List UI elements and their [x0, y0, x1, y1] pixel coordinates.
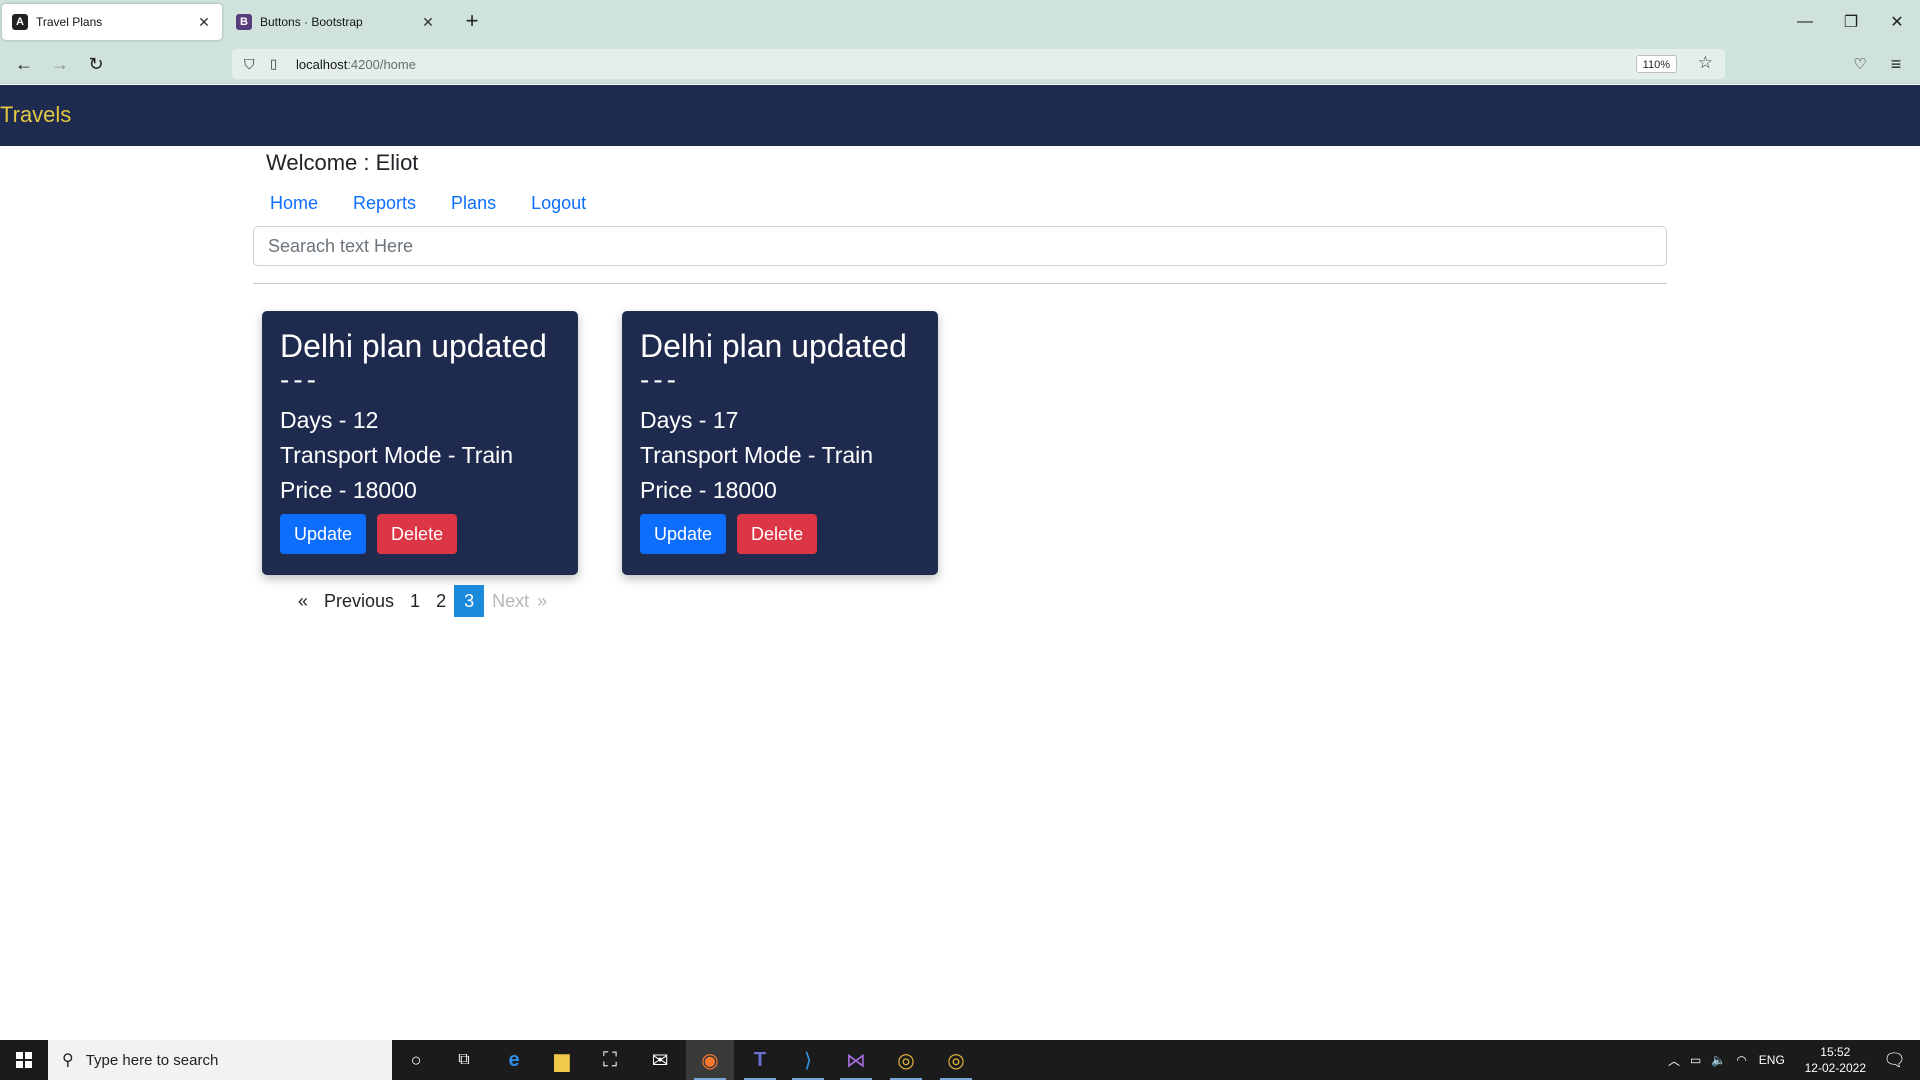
system-tray: ︿ ▭ 🔈 ◠ ENG — [1668, 1040, 1785, 1080]
notification-icon[interactable]: 🗨 — [1883, 1050, 1906, 1071]
chevron-up-icon[interactable]: ︿ — [1668, 1052, 1680, 1069]
delete-button[interactable]: Delete — [737, 514, 818, 554]
welcome-text: Welcome : Eliot — [266, 150, 419, 175]
taskbar-search[interactable]: ⚲ Type here to search — [48, 1040, 392, 1080]
forward-icon[interactable]: → — [46, 50, 74, 78]
divider — [253, 283, 1667, 284]
chrome-icon[interactable]: ◎ — [882, 1040, 930, 1080]
pagination: « Previous 1 2 3 Next » — [290, 585, 555, 617]
app-header: Travels — [0, 85, 1920, 146]
nav-logout[interactable]: Logout — [531, 193, 586, 214]
tab-buttons-bootstrap[interactable]: B Buttons · Bootstrap ✕ — [226, 4, 446, 40]
close-icon[interactable]: ✕ — [420, 14, 436, 31]
pocket-icon[interactable]: ♡ — [1846, 50, 1874, 78]
pagination-page-1[interactable]: 1 — [402, 585, 428, 617]
pagination-next: Next — [492, 591, 530, 611]
nav-home[interactable]: Home — [270, 193, 318, 214]
visual-studio-icon[interactable]: ⋈ — [832, 1040, 880, 1080]
windows-taskbar: ⚲ Type here to search ○ ⧉ e ▆ ⛶ ✉ ◉ T ⟩ … — [0, 1040, 1920, 1080]
reload-icon[interactable]: ↻ — [82, 50, 110, 78]
address-bar[interactable]: ⛉ ▯ localhost:4200/home 110% ☆ — [232, 49, 1725, 79]
minimize-button[interactable]: — — [1782, 0, 1828, 44]
restore-button[interactable]: ❐ — [1828, 0, 1874, 44]
search-input[interactable] — [253, 226, 1667, 266]
chrome-icon[interactable]: ◎ — [932, 1040, 980, 1080]
plan-title: Delhi plan updated — [280, 328, 547, 364]
menu-icon[interactable]: ≡ — [1882, 50, 1910, 78]
new-tab-button[interactable]: + — [458, 8, 486, 36]
plan-title: Delhi plan updated — [640, 328, 907, 364]
browser-tabstrip: A Travel Plans ✕ B Buttons · Bootstrap ✕… — [0, 0, 1920, 44]
angular-icon: A — [12, 14, 28, 30]
volume-icon[interactable]: 🔈 — [1711, 1053, 1726, 1067]
firefox-icon[interactable]: ◉ — [686, 1040, 734, 1080]
page-icon[interactable]: ▯ — [270, 56, 286, 72]
tab-title: Buttons · Bootstrap — [260, 15, 363, 29]
plan-separator: --- — [280, 364, 320, 395]
bootstrap-icon: B — [236, 14, 252, 30]
shield-icon[interactable]: ⛉ — [244, 56, 260, 73]
back-icon[interactable]: ← — [10, 50, 38, 78]
taskbar-search-placeholder: Type here to search — [85, 1051, 219, 1069]
plan-card: Delhi plan updated --- Days - 17 Transpo… — [622, 311, 938, 575]
edge-icon[interactable]: e — [490, 1040, 538, 1080]
update-button[interactable]: Update — [640, 514, 727, 554]
plan-days: Days - 12 — [280, 407, 379, 433]
clock-date: 12-02-2022 — [1804, 1061, 1866, 1075]
plan-separator: --- — [640, 364, 680, 395]
plan-transport: Transport Mode - Train — [640, 442, 874, 468]
teams-icon[interactable]: T — [736, 1040, 784, 1080]
plan-card: Delhi plan updated --- Days - 12 Transpo… — [262, 311, 578, 575]
tab-travel-plans[interactable]: A Travel Plans ✕ — [2, 4, 222, 40]
windows-start-icon[interactable] — [0, 1040, 48, 1080]
wifi-icon[interactable]: ◠ — [1736, 1053, 1746, 1067]
task-view-icon[interactable]: ⧉ — [440, 1040, 488, 1080]
url-text[interactable]: localhost:4200/home — [296, 57, 416, 72]
delete-button[interactable]: Delete — [377, 514, 458, 554]
close-icon[interactable]: ✕ — [196, 14, 212, 31]
pagination-prev-arrow[interactable]: « — [290, 585, 316, 617]
zoom-level[interactable]: 110% — [1635, 55, 1677, 73]
language-indicator[interactable]: ENG — [1759, 1053, 1785, 1067]
cortana-icon[interactable]: ○ — [392, 1040, 440, 1080]
update-button[interactable]: Update — [280, 514, 367, 554]
nav-plans[interactable]: Plans — [451, 193, 496, 214]
nav-reports[interactable]: Reports — [353, 193, 416, 214]
browser-toolbar: ← → ↻ ⛉ ▯ localhost:4200/home 110% ☆ ♡ ≡ — [0, 44, 1920, 84]
search-icon: ⚲ — [62, 1052, 74, 1069]
tab-title: Travel Plans — [36, 15, 103, 29]
battery-icon[interactable]: ▭ — [1690, 1053, 1701, 1067]
file-explorer-icon[interactable]: ▆ — [538, 1040, 586, 1080]
pagination-previous[interactable]: Previous — [316, 585, 402, 617]
bookmark-star-icon[interactable]: ☆ — [1698, 53, 1713, 73]
pagination-page-2[interactable]: 2 — [428, 585, 454, 617]
plan-price: Price - 18000 — [280, 477, 417, 503]
pagination-page-3[interactable]: 3 — [454, 585, 485, 617]
clock-time: 15:52 — [1820, 1045, 1851, 1059]
brand-title[interactable]: Travels — [0, 102, 71, 128]
main-nav: Home Reports Plans Logout — [270, 193, 621, 214]
plan-price: Price - 18000 — [640, 477, 777, 503]
vscode-icon[interactable]: ⟩ — [784, 1040, 832, 1080]
pagination-next-arrow: » — [537, 591, 548, 611]
clock[interactable]: 15:52 12-02-2022 — [1805, 1044, 1866, 1076]
plan-transport: Transport Mode - Train — [280, 442, 514, 468]
store-icon[interactable]: ⛶ — [586, 1040, 634, 1080]
mail-icon[interactable]: ✉ — [636, 1040, 684, 1080]
plan-days: Days - 17 — [640, 407, 739, 433]
close-window-button[interactable]: ✕ — [1874, 0, 1920, 44]
